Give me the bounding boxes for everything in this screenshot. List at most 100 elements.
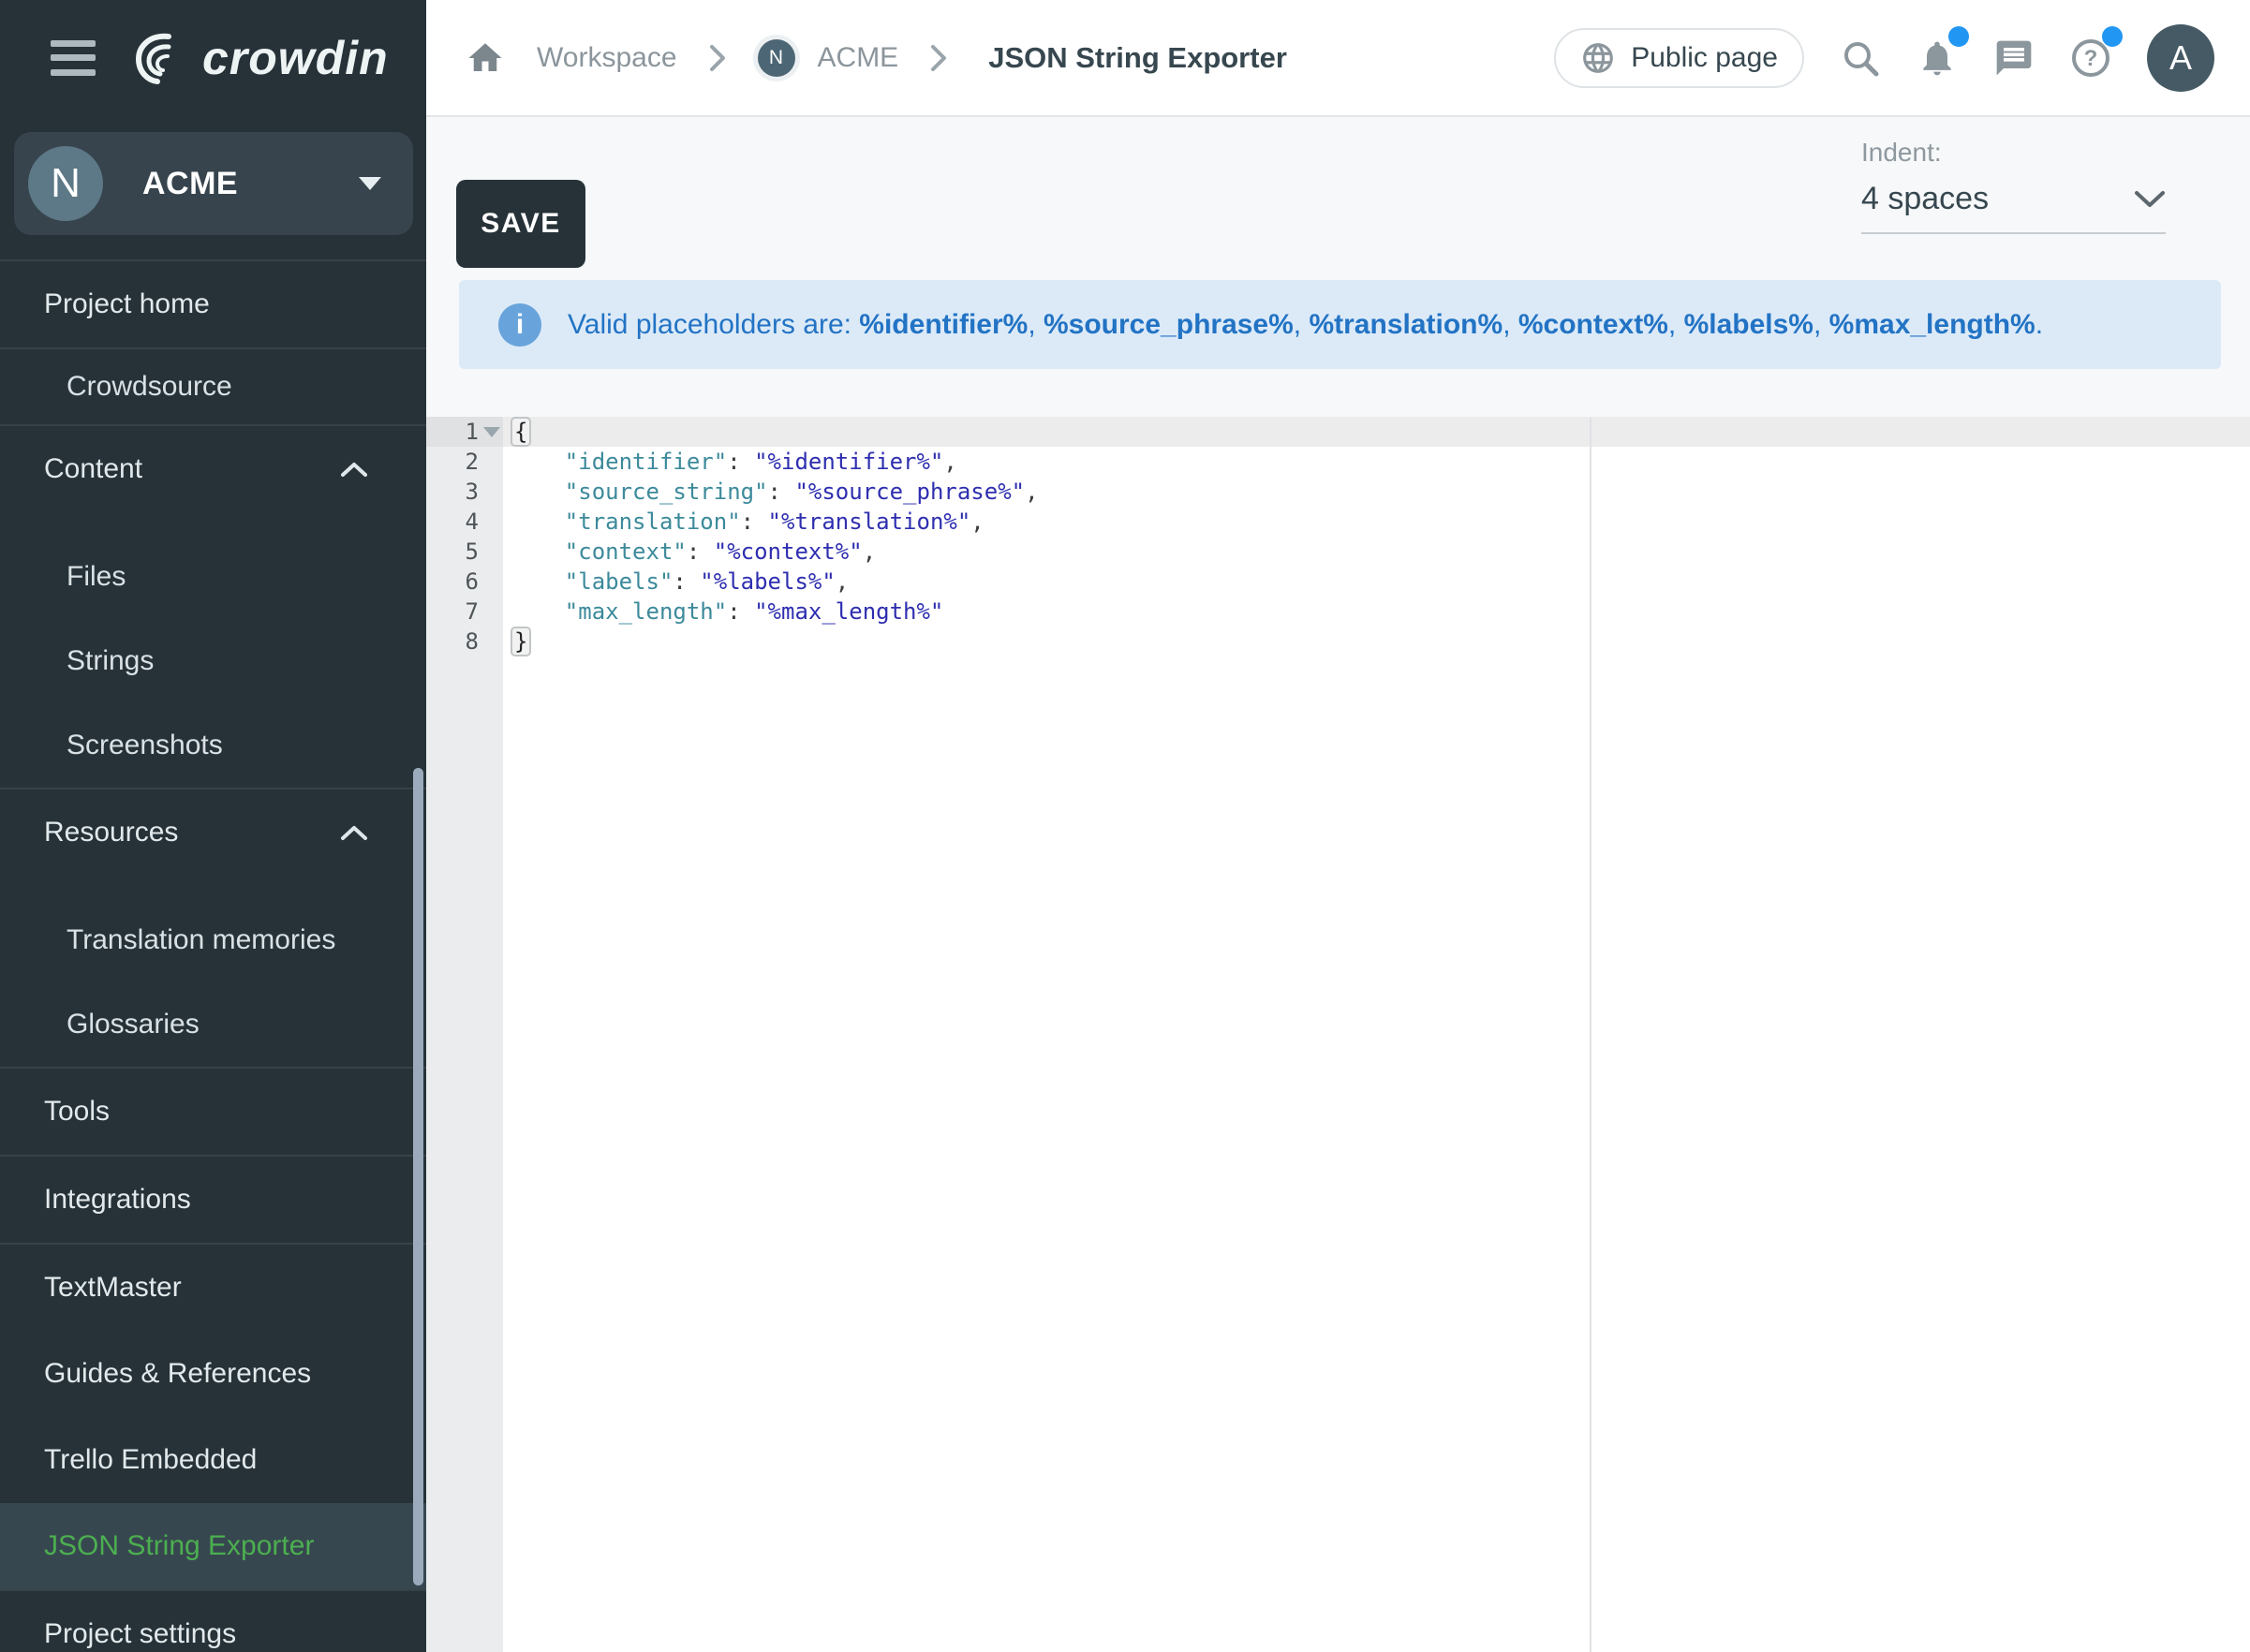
line-number: 3 <box>426 477 503 507</box>
indent-select[interactable]: 4 spaces <box>1861 181 2166 234</box>
sidebar-item-json-string-exporter[interactable]: JSON String Exporter <box>0 1503 426 1589</box>
placeholder-token: %translation% <box>1309 309 1502 340</box>
json-value: "%max_length%" <box>754 598 943 625</box>
sidebar-item-label: Glossaries <box>67 1009 200 1040</box>
indent-label: Indent: <box>1861 138 2166 168</box>
user-avatar[interactable]: A <box>2147 24 2214 92</box>
sidebar-item-label: Translation memories <box>67 924 335 956</box>
sidebar-item-screenshots[interactable]: Screenshots <box>0 703 426 788</box>
sidebar-item-label: Strings <box>67 645 154 677</box>
sidebar-item-label: Screenshots <box>67 730 223 761</box>
sidebar-item-resources[interactable]: Resources <box>0 789 426 876</box>
json-value: "%labels%" <box>700 568 836 595</box>
search-button[interactable] <box>1840 37 1881 79</box>
save-button[interactable]: SAVE <box>456 180 585 268</box>
hamburger-menu-icon[interactable] <box>51 40 96 76</box>
sidebar-item-label: Trello Embedded <box>44 1444 257 1476</box>
notifications-button[interactable] <box>1917 37 1958 79</box>
json-key: "translation" <box>565 509 741 535</box>
project-selector[interactable]: N ACME <box>14 132 413 235</box>
sidebar-item-tools[interactable]: Tools <box>0 1069 426 1155</box>
info-banner-text: Valid placeholders are: %identifier%, %s… <box>568 309 2043 341</box>
json-punctuation: : <box>727 449 754 475</box>
chevron-up-icon <box>340 461 368 478</box>
indent-value: 4 spaces <box>1861 181 1989 217</box>
sidebar-item-project-home[interactable]: Project home <box>0 261 426 347</box>
sidebar-group: Integrations <box>0 1155 426 1243</box>
sidebar-item-integrations[interactable]: Integrations <box>0 1157 426 1243</box>
json-punctuation <box>511 598 565 625</box>
code-line: "context": "%context%", <box>511 537 2250 567</box>
json-key: "context" <box>565 538 687 565</box>
code-line: "max_length": "%max_length%" <box>511 597 2250 627</box>
sidebar-item-glossaries[interactable]: Glossaries <box>0 982 426 1067</box>
sidebar-item-strings[interactable]: Strings <box>0 619 426 703</box>
toolbar: SAVE Indent: 4 spaces i Valid placeholde… <box>426 117 2250 417</box>
crowdin-logo[interactable]: crowdin <box>127 27 389 89</box>
sidebar-item-translation-memories[interactable]: Translation memories <box>0 898 426 982</box>
sidebar-nav: Project home Crowdsource Content Files Strin… <box>0 259 426 1652</box>
editor-content[interactable]: { "identifier": "%identifier%", "source_… <box>511 417 2250 1652</box>
chevron-right-icon <box>709 44 726 72</box>
info-icon: i <box>498 303 541 347</box>
sidebar-item-label: TextMaster <box>44 1272 182 1304</box>
json-punctuation: , <box>1025 479 1038 505</box>
sidebar-scrollbar[interactable] <box>413 768 423 1586</box>
chevron-down-icon <box>2134 190 2166 209</box>
notification-badge <box>1948 26 1969 47</box>
sidebar-item-label: Integrations <box>44 1184 191 1216</box>
breadcrumb-workspace[interactable]: Workspace <box>537 42 677 74</box>
fold-toggle-icon[interactable] <box>483 427 500 437</box>
breadcrumb-project[interactable]: ACME <box>818 42 899 74</box>
json-key: "max_length" <box>565 598 727 625</box>
sidebar-item-label: Guides & References <box>44 1358 311 1390</box>
json-key: "identifier" <box>565 449 727 475</box>
placeholder-token: %identifier% <box>859 309 1028 340</box>
line-number: 8 <box>426 627 503 656</box>
public-page-button[interactable]: Public page <box>1554 28 1804 88</box>
sidebar-item-files[interactable]: Files <box>0 535 426 619</box>
indent-control: Indent: 4 spaces <box>1861 138 2166 234</box>
sidebar-item-crowdsource[interactable]: Crowdsource <box>0 349 426 424</box>
chevron-right-icon <box>930 44 947 72</box>
sidebar-item-content[interactable]: Content <box>0 426 426 512</box>
code-line: "identifier": "%identifier%", <box>511 447 2250 477</box>
chevron-up-icon <box>340 824 368 841</box>
json-punctuation: : <box>673 568 700 595</box>
json-brace: } <box>511 627 531 656</box>
json-punctuation <box>511 479 565 505</box>
line-number: 1 <box>426 417 503 447</box>
sidebar-item-guides-references[interactable]: Guides & References <box>0 1331 426 1417</box>
sidebar-item-label: Tools <box>44 1096 110 1128</box>
home-icon[interactable] <box>466 38 505 78</box>
code-editor: 12345678 { "identifier": "%identifier%",… <box>426 417 2250 1652</box>
placeholder-token: %context% <box>1518 309 1668 340</box>
json-punctuation: , <box>970 509 984 535</box>
json-punctuation: : <box>727 598 754 625</box>
code-line: } <box>511 627 2250 656</box>
code-line: "translation": "%translation%", <box>511 507 2250 537</box>
messages-button[interactable] <box>1993 37 2035 79</box>
help-button[interactable]: ? <box>2070 37 2111 79</box>
project-avatar: N <box>28 146 103 221</box>
sidebar-item-label: Crowdsource <box>67 371 232 403</box>
placeholder-token: %max_length% <box>1829 309 2035 340</box>
caret-down-icon <box>359 177 381 190</box>
line-number: 6 <box>426 567 503 597</box>
svg-text:?: ? <box>2084 46 2098 71</box>
placeholder-token: %labels% <box>1684 309 1813 340</box>
sidebar-group: Resources Translation memories Glossaries <box>0 788 426 1067</box>
json-punctuation <box>511 538 565 565</box>
json-value: "%translation%" <box>768 509 971 535</box>
sidebar-item-project-settings[interactable]: Project settings <box>0 1591 426 1652</box>
sidebar-item-trello-embedded[interactable]: Trello Embedded <box>0 1417 426 1503</box>
crowdin-wordmark: crowdin <box>202 31 389 85</box>
breadcrumb-project-avatar: N <box>758 39 795 77</box>
sidebar: crowdin N ACME Project home Crowdsource Co… <box>0 0 426 1652</box>
info-banner: i Valid placeholders are: %identifier%, … <box>459 280 2221 369</box>
sidebar-item-label: Content <box>44 453 142 485</box>
sidebar-item-label: Resources <box>44 817 178 848</box>
page-title: JSON String Exporter <box>988 41 1287 75</box>
sidebar-item-textmaster[interactable]: TextMaster <box>0 1245 426 1331</box>
sidebar-item-label: JSON String Exporter <box>44 1530 314 1562</box>
